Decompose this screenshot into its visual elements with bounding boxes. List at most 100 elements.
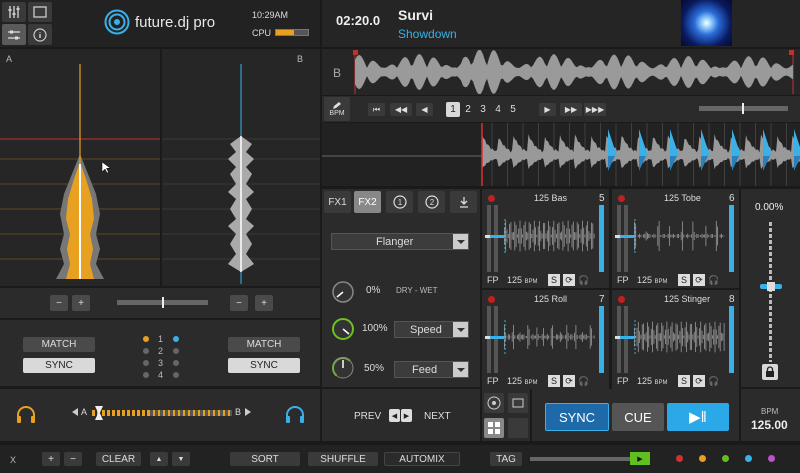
next-label[interactable]: NEXT bbox=[424, 411, 451, 422]
sampler-s-button[interactable]: S bbox=[678, 375, 690, 387]
blank-mode-button[interactable] bbox=[508, 418, 528, 438]
sampler-record-button[interactable] bbox=[618, 195, 625, 202]
gain-slider[interactable] bbox=[117, 297, 208, 308]
cue-slot[interactable]: 1 bbox=[446, 102, 460, 117]
deck-a-headphones-icon[interactable] bbox=[16, 406, 36, 424]
vinyl-mode-button[interactable] bbox=[484, 393, 504, 413]
feed-knob[interactable] bbox=[331, 356, 355, 380]
back-button[interactable]: ◀ bbox=[416, 103, 433, 116]
deck-a-match-button[interactable]: MATCH bbox=[23, 337, 95, 352]
next-arrow-button[interactable]: ▶ bbox=[401, 409, 412, 422]
skip-start-button[interactable]: ⏮ bbox=[368, 103, 385, 116]
shuffle-button[interactable]: SHUFFLE bbox=[308, 452, 378, 466]
close-label[interactable]: X bbox=[10, 455, 16, 465]
sampler-pitch-slider[interactable] bbox=[729, 205, 734, 272]
pitch-lock-button[interactable] bbox=[762, 364, 778, 380]
play-pause-button[interactable]: ▶‖ bbox=[667, 403, 729, 431]
mixer-view-button[interactable] bbox=[2, 2, 26, 22]
sampler-headphones-icon[interactable]: 🎧 bbox=[578, 274, 590, 286]
forward-button[interactable]: ▶ bbox=[539, 103, 556, 116]
sampler-volume-left[interactable] bbox=[485, 205, 493, 272]
sampler-volume-right[interactable] bbox=[490, 306, 504, 373]
sampler-waveform[interactable] bbox=[504, 219, 597, 253]
sampler-headphones-icon[interactable]: 🎧 bbox=[708, 375, 720, 387]
sampler-waveform[interactable] bbox=[634, 320, 727, 354]
tag-level-slider[interactable]: ▶ bbox=[530, 452, 650, 465]
fx1-tab[interactable]: FX1 bbox=[324, 191, 351, 213]
deck-a-sync-button[interactable]: SYNC bbox=[23, 358, 95, 373]
sampler-record-button[interactable] bbox=[488, 195, 495, 202]
move-down-button[interactable]: ▼ bbox=[172, 452, 190, 466]
cue-slot[interactable]: 2 bbox=[461, 102, 475, 117]
deck-b-match-button[interactable]: MATCH bbox=[228, 337, 300, 352]
sync-button[interactable]: SYNC bbox=[545, 403, 609, 431]
speed-knob[interactable] bbox=[331, 317, 355, 341]
zoom-slider[interactable] bbox=[699, 103, 788, 114]
sampler-headphones-icon[interactable]: 🎧 bbox=[578, 375, 590, 387]
overview-waveform[interactable] bbox=[352, 50, 800, 94]
info-button[interactable] bbox=[28, 24, 52, 45]
tag-button[interactable]: TAG bbox=[490, 452, 522, 466]
sort-button[interactable]: SORT bbox=[230, 452, 300, 466]
detail-waveform[interactable] bbox=[322, 123, 800, 186]
sampler-loop-button[interactable]: ⟳ bbox=[693, 375, 705, 387]
sampler-volume-right[interactable] bbox=[620, 306, 634, 373]
sampler-s-button[interactable]: S bbox=[678, 274, 690, 286]
sampler-s-button[interactable]: S bbox=[548, 375, 560, 387]
fast-forward-button[interactable]: ▶▶ bbox=[560, 103, 582, 116]
sampler-pitch-slider[interactable] bbox=[599, 205, 604, 272]
sampler-volume-left[interactable] bbox=[615, 306, 623, 373]
sampler-loop-button[interactable]: ⟳ bbox=[563, 375, 575, 387]
sampler-waveform[interactable] bbox=[634, 219, 727, 253]
deck-b-headphones-icon[interactable] bbox=[285, 406, 305, 424]
pads-mode-button[interactable] bbox=[484, 418, 504, 438]
album-art[interactable] bbox=[681, 0, 732, 46]
color-tag-orange[interactable] bbox=[699, 455, 706, 462]
sampler-volume-left[interactable] bbox=[615, 205, 623, 272]
crossfader[interactable] bbox=[92, 406, 232, 420]
deck-b-pitch-plus[interactable]: + bbox=[255, 295, 273, 311]
prev-label[interactable]: PREV bbox=[354, 411, 381, 422]
playlist-remove-button[interactable]: − bbox=[64, 452, 82, 466]
cue-slot[interactable]: 5 bbox=[506, 102, 520, 117]
sampler-pitch-slider[interactable] bbox=[599, 306, 604, 373]
sampler-pitch-slider[interactable] bbox=[729, 306, 734, 373]
settings-button[interactable] bbox=[2, 24, 26, 45]
sampler-volume-right[interactable] bbox=[620, 205, 634, 272]
screen-mode-button[interactable] bbox=[508, 393, 528, 413]
window-view-button[interactable] bbox=[28, 2, 52, 22]
sampler-record-button[interactable] bbox=[488, 296, 495, 303]
dry-wet-knob[interactable] bbox=[331, 280, 355, 304]
sampler-loop-button[interactable]: ⟳ bbox=[693, 274, 705, 286]
fx-effect-select[interactable]: Flanger bbox=[331, 233, 469, 250]
sampler-volume-left[interactable] bbox=[485, 306, 493, 373]
cue-slot[interactable]: 4 bbox=[491, 102, 505, 117]
prev-arrow-button[interactable]: ◀ bbox=[389, 409, 400, 422]
clear-button[interactable]: CLEAR bbox=[96, 452, 141, 466]
fx2-tab[interactable]: FX2 bbox=[354, 191, 381, 213]
cue-button[interactable]: CUE bbox=[612, 403, 664, 431]
color-tag-green[interactable] bbox=[722, 455, 729, 462]
sampler-record-button[interactable] bbox=[618, 296, 625, 303]
skip-end-button[interactable]: ▶▶▶ bbox=[584, 103, 606, 116]
sampler-waveform[interactable] bbox=[504, 320, 597, 354]
feed-select[interactable]: Feed bbox=[394, 361, 469, 378]
sampler-headphones-icon[interactable]: 🎧 bbox=[708, 274, 720, 286]
sampler-volume-right[interactable] bbox=[490, 205, 504, 272]
deck-b-pitch-minus[interactable]: − bbox=[230, 295, 248, 311]
color-tag-blue[interactable] bbox=[745, 455, 752, 462]
loop-2-button[interactable]: 2 bbox=[418, 191, 445, 213]
playlist-add-button[interactable]: + bbox=[42, 452, 60, 466]
move-up-button[interactable]: ▲ bbox=[150, 452, 168, 466]
automix-button[interactable]: AUTOMIX bbox=[384, 452, 460, 466]
sampler-loop-button[interactable]: ⟳ bbox=[563, 274, 575, 286]
cue-slot[interactable]: 3 bbox=[476, 102, 490, 117]
color-tag-purple[interactable] bbox=[768, 455, 775, 462]
deck-a-pitch-plus[interactable]: + bbox=[72, 295, 90, 311]
deck-b-sync-button[interactable]: SYNC bbox=[228, 358, 300, 373]
sampler-s-button[interactable]: S bbox=[548, 274, 560, 286]
loop-1-button[interactable]: 1 bbox=[386, 191, 413, 213]
bpm-edit-button[interactable]: BPM bbox=[324, 97, 350, 121]
color-tag-red[interactable] bbox=[676, 455, 683, 462]
download-button[interactable] bbox=[450, 191, 477, 213]
